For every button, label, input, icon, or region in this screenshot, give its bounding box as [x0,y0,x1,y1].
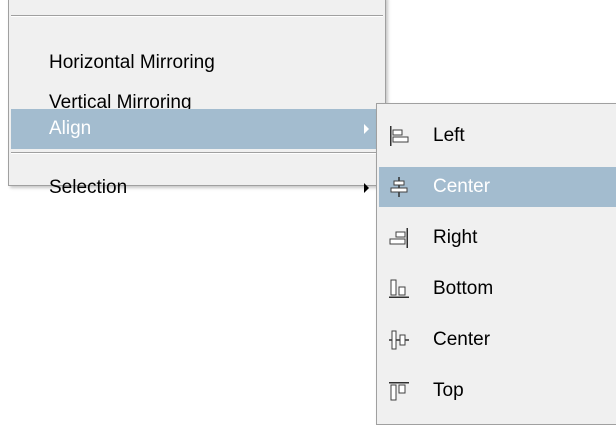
submenu-item-align-top[interactable]: Top [379,371,616,411]
menu-separator [11,15,383,17]
submenu-item-label: Center [433,329,491,350]
submenu-item-label: Top [433,380,464,401]
menu-item-label: Horizontal Mirroring [49,52,215,73]
align-bottom-icon [387,277,411,301]
align-horizontal-center-icon [387,175,411,199]
menu-item-horizontal-mirroring[interactable]: Horizontal Mirroring [11,43,383,83]
menu-item-label: Selection [49,177,128,198]
align-submenu: Left Center Right Bottom Center Top [376,103,616,425]
submenu-item-align-bottom[interactable]: Bottom [379,269,616,309]
submenu-item-align-horizontal-center[interactable]: Center [379,167,616,207]
submenu-item-align-left[interactable]: Left [379,116,616,156]
submenu-item-label: Center [433,176,491,197]
menu-item-selection[interactable]: Selection [11,168,383,208]
submenu-item-label: Right [433,227,478,248]
submenu-item-label: Bottom [433,278,494,299]
submenu-item-label: Left [433,125,465,146]
submenu-arrow-icon [364,124,369,134]
context-menu: Horizontal Mirroring Vertical Mirroring … [8,0,386,198]
submenu-item-align-vertical-center[interactable]: Center [379,320,616,360]
align-left-icon [387,124,411,148]
menu-separator [11,152,383,154]
menu-item-label: Align [49,118,92,139]
align-right-icon [387,226,411,250]
align-top-icon [387,379,411,403]
submenu-arrow-icon [364,183,369,193]
align-vertical-center-icon [387,328,411,352]
menu-item-align[interactable]: Align [11,109,383,149]
submenu-item-align-right[interactable]: Right [379,218,616,258]
